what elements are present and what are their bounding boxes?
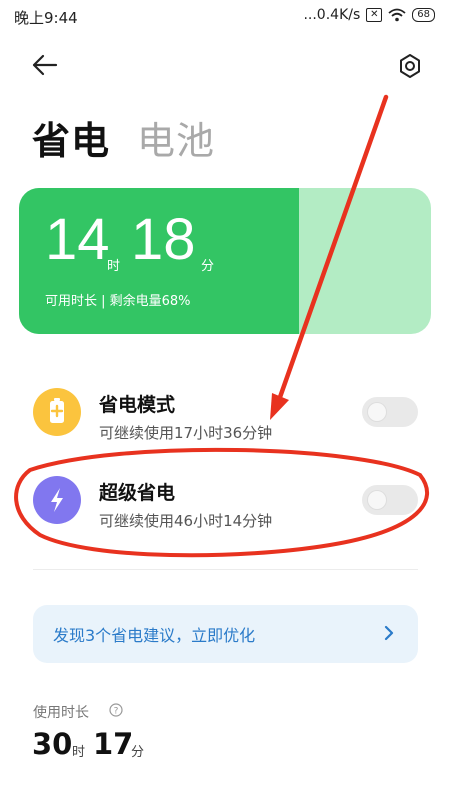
battery-card: 14 时 18 分 可用时长 | 剩余电量68% [19, 188, 431, 334]
sim-x-icon: ✕ [366, 8, 383, 22]
mode-description: 可继续使用46小时14分钟 [99, 512, 273, 530]
status-time: 晚上9:44 [14, 9, 78, 27]
minutes-unit: 分 [201, 259, 215, 274]
divider [33, 569, 418, 570]
gear-icon [400, 54, 420, 78]
remaining-hours: 14 [45, 207, 110, 272]
toggle-knob [368, 491, 386, 509]
tab-battery[interactable]: 电池 [137, 110, 215, 165]
suggestion-text: 发现3个省电建议，立即优化 [53, 626, 256, 645]
settings-button[interactable] [393, 50, 427, 82]
usage-label: 使用时长 [33, 705, 89, 721]
battery-level: 68 [412, 8, 435, 22]
toggle-knob [368, 403, 386, 421]
ultra-saving-toggle[interactable] [362, 485, 418, 515]
chevron-right-icon [384, 625, 394, 641]
usage-minutes: 17 [93, 727, 134, 761]
status-bar: 晚上9:44 ...0.4K/s ✕ 68 [0, 0, 451, 34]
mode-description: 可继续使用17小时36分钟 [99, 424, 273, 442]
battery-card-subtitle: 可用时长 | 剩余电量68% [45, 294, 191, 309]
usage-hours-unit: 时 [72, 745, 86, 760]
mode-row-power-saving[interactable]: 省电模式 可继续使用17小时36分钟 [0, 372, 451, 452]
lightning-icon [33, 476, 81, 524]
optimize-suggestion-banner[interactable]: 发现3个省电建议，立即优化 [33, 605, 418, 663]
usage-hours: 30 [32, 727, 73, 761]
mode-title: 省电模式 [99, 394, 176, 416]
tab-power-saving[interactable]: 省电 [32, 110, 110, 165]
status-icons: ...0.4K/s ✕ 68 [303, 7, 435, 23]
question-circle-icon[interactable]: ? [109, 703, 123, 717]
mode-row-ultra-saving[interactable]: 超级省电 可继续使用46小时14分钟 [0, 460, 451, 540]
usage-minutes-unit: 分 [131, 745, 145, 760]
svg-text:?: ? [114, 707, 119, 717]
power-saving-toggle[interactable] [362, 397, 418, 427]
battery-saver-icon [33, 388, 81, 436]
wifi-icon [388, 8, 406, 22]
back-button[interactable] [28, 50, 62, 80]
hours-unit: 时 [107, 259, 121, 274]
network-speed: ...0.4K/s [303, 7, 361, 23]
back-arrow-icon [32, 54, 58, 76]
mode-title: 超级省电 [99, 482, 176, 504]
remaining-minutes: 18 [131, 207, 196, 272]
